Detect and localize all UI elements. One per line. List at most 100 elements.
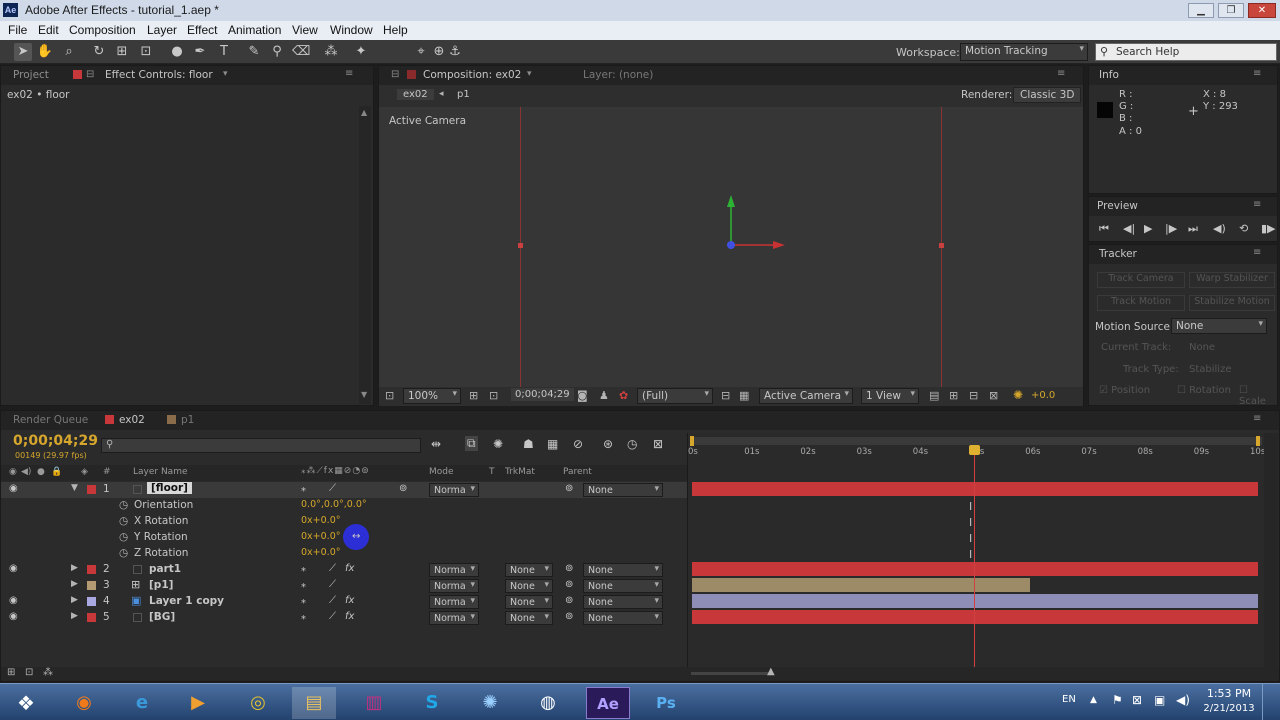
network-icon[interactable]: ✺ bbox=[468, 687, 512, 719]
layer-bar[interactable] bbox=[692, 482, 1258, 496]
firefox-icon[interactable]: ◉ bbox=[62, 687, 106, 719]
brush-tool-icon[interactable]: ✎ bbox=[245, 43, 263, 61]
toggle-in-out-icon[interactable]: ⁂ bbox=[43, 667, 53, 678]
always-preview-icon[interactable]: ⊡ bbox=[385, 389, 394, 402]
brainstorm-icon[interactable]: ⊛ bbox=[603, 437, 613, 451]
volume-icon[interactable]: ◀) bbox=[1176, 693, 1190, 707]
renderer-button[interactable]: Classic 3D bbox=[1013, 87, 1082, 103]
tray-device-icon[interactable]: ▣ bbox=[1154, 693, 1165, 707]
tab-effect-controls[interactable]: Effect Controls: floor bbox=[105, 69, 213, 81]
comp-viewer[interactable]: Active Camera bbox=[379, 107, 1083, 387]
current-time-indicator[interactable] bbox=[968, 445, 980, 667]
frame-blending-icon[interactable]: ▦ bbox=[547, 437, 558, 451]
playhead-handle[interactable] bbox=[968, 445, 980, 455]
label-color[interactable] bbox=[87, 613, 96, 622]
audio-toggle-icon[interactable]: ◀) bbox=[21, 467, 31, 477]
eye-icon[interactable]: ◉ bbox=[9, 483, 18, 494]
shy-switch-icon[interactable]: ⁎ bbox=[301, 579, 306, 590]
layer-name[interactable]: [BG] bbox=[149, 611, 175, 623]
tab-composition[interactable]: Composition: ex02 bbox=[423, 69, 521, 81]
pickwhip-icon[interactable]: ⊚ bbox=[565, 563, 573, 574]
tab-render-queue[interactable]: Render Queue bbox=[13, 414, 88, 426]
track-motion-button[interactable]: Track Motion bbox=[1097, 295, 1185, 311]
3d-layer-icon[interactable]: ⊚ bbox=[399, 483, 407, 494]
after-effects-icon[interactable]: Ae bbox=[586, 687, 630, 719]
camera-select[interactable]: Active Camera bbox=[759, 388, 853, 404]
twirl-right-icon[interactable]: ▶ bbox=[71, 563, 78, 573]
layer-row[interactable]: ◉ ▼ 1 [floor] ⁎ ⟋ ⊚ Norma ⊚ None bbox=[1, 482, 687, 498]
camera-tool-icon[interactable]: ⊞ bbox=[113, 43, 131, 61]
crumb-ex02[interactable]: ex02 bbox=[397, 89, 434, 100]
show-snapshot-icon[interactable]: ♟ bbox=[599, 389, 609, 402]
trkmat-select[interactable]: None bbox=[505, 563, 553, 577]
stopwatch-icon[interactable]: ◷ bbox=[119, 531, 128, 543]
eye-icon[interactable]: ◉ bbox=[9, 563, 18, 574]
ram-preview-icon[interactable]: ▮▶ bbox=[1261, 222, 1276, 235]
tab-preview[interactable]: Preview bbox=[1097, 200, 1138, 212]
draft-3d-icon[interactable]: ✺ bbox=[493, 437, 503, 451]
zoom-in-icon[interactable]: ▲ bbox=[767, 666, 775, 677]
views-select[interactable]: 1 View bbox=[861, 388, 919, 404]
toggle-pixel-icon[interactable]: ▤ bbox=[929, 389, 939, 402]
trkmat-select[interactable]: None bbox=[505, 595, 553, 609]
parent-select[interactable]: None bbox=[583, 563, 663, 577]
hand-tool-icon[interactable]: ✋ bbox=[36, 43, 54, 61]
menu-window[interactable]: Window bbox=[330, 23, 373, 37]
property-value[interactable]: 0x+0.0° bbox=[301, 515, 340, 526]
graph-editor-icon[interactable]: ⊠ bbox=[653, 437, 663, 451]
layer-name[interactable]: part1 bbox=[149, 563, 181, 575]
quality-switch-icon[interactable]: ⟋ bbox=[329, 579, 336, 590]
skype-icon[interactable]: S bbox=[410, 687, 454, 719]
minimize-button[interactable]: ▁ bbox=[1188, 3, 1214, 18]
label-color[interactable] bbox=[87, 581, 96, 590]
pickwhip-icon[interactable]: ⊚ bbox=[565, 611, 573, 622]
trkmat-select[interactable]: None bbox=[505, 611, 553, 625]
region-of-interest-icon[interactable]: ⊟ bbox=[721, 389, 730, 402]
search-help-input[interactable]: ⚲ Search Help bbox=[1095, 43, 1277, 61]
motion-blur-icon[interactable]: ⊘ bbox=[573, 437, 583, 451]
label-color[interactable] bbox=[87, 565, 96, 574]
tab-layer[interactable]: Layer: (none) bbox=[583, 69, 653, 81]
tab-tracker[interactable]: Tracker bbox=[1099, 248, 1137, 260]
quality-switch-icon[interactable]: ⟋ bbox=[329, 483, 336, 494]
tray-expand-icon[interactable]: ▲ bbox=[1090, 695, 1097, 705]
timeline-icon[interactable]: ⊟ bbox=[969, 389, 978, 402]
timeline-search-input[interactable]: ⚲ bbox=[101, 438, 421, 453]
effects-switch-icon[interactable]: fx bbox=[345, 611, 354, 622]
scroll-down-icon[interactable]: ▼ bbox=[361, 390, 367, 399]
panel-menu-icon[interactable]: ≡ bbox=[1253, 199, 1261, 210]
workspace-select[interactable]: Motion Tracking bbox=[960, 43, 1088, 61]
start-button-icon[interactable]: ❖ bbox=[4, 687, 48, 719]
scroll-up-icon[interactable]: ▲ bbox=[361, 108, 367, 117]
menu-view[interactable]: View bbox=[292, 23, 318, 37]
stopwatch-icon[interactable]: ◷ bbox=[119, 499, 128, 511]
chevron-down-icon[interactable]: ▾ bbox=[527, 69, 532, 79]
layer-row[interactable]: ◉ ▶ 4 ▣ Layer 1 copy ⁎ ⟋ fx Norma None ⊚… bbox=[1, 594, 687, 610]
parent-select[interactable]: None bbox=[583, 579, 663, 593]
fast-preview-icon[interactable]: ⊞ bbox=[949, 389, 958, 402]
first-frame-icon[interactable]: ⏮ bbox=[1099, 222, 1109, 236]
menu-layer[interactable]: Layer bbox=[147, 23, 177, 37]
layer-bar[interactable] bbox=[692, 594, 1258, 608]
rotation-checkbox[interactable]: ☐ Rotation bbox=[1177, 385, 1231, 396]
work-area-start[interactable] bbox=[690, 436, 694, 446]
previous-frame-icon[interactable]: ◀| bbox=[1123, 222, 1135, 235]
channels-icon[interactable]: ✿ bbox=[619, 389, 628, 402]
zoom-select[interactable]: 100% bbox=[403, 388, 461, 404]
last-frame-icon[interactable]: ⏭ bbox=[1188, 222, 1198, 236]
parent-select[interactable]: None bbox=[583, 595, 663, 609]
pen-tool-icon[interactable]: ✒ bbox=[191, 43, 209, 61]
zoom-tool-icon[interactable]: ⌕ bbox=[60, 43, 78, 61]
position-checkbox[interactable]: ☑ Position bbox=[1099, 385, 1150, 396]
resolution-select[interactable]: (Full) bbox=[637, 388, 713, 404]
layer-bar[interactable] bbox=[692, 562, 1258, 576]
effects-switch-icon[interactable]: fx bbox=[345, 595, 354, 606]
shy-switch-icon[interactable]: ⁎ bbox=[301, 563, 306, 574]
media-player-icon[interactable]: ▶ bbox=[176, 687, 220, 719]
eye-icon[interactable]: ◉ bbox=[9, 611, 18, 622]
keyframe-icon[interactable]: Ⅰ bbox=[969, 532, 972, 545]
twirl-right-icon[interactable]: ▶ bbox=[71, 595, 78, 605]
property-value[interactable]: 0.0°,0.0°,0.0° bbox=[301, 499, 367, 510]
next-frame-icon[interactable]: |▶ bbox=[1165, 222, 1177, 235]
language-indicator[interactable]: EN bbox=[1062, 694, 1076, 705]
